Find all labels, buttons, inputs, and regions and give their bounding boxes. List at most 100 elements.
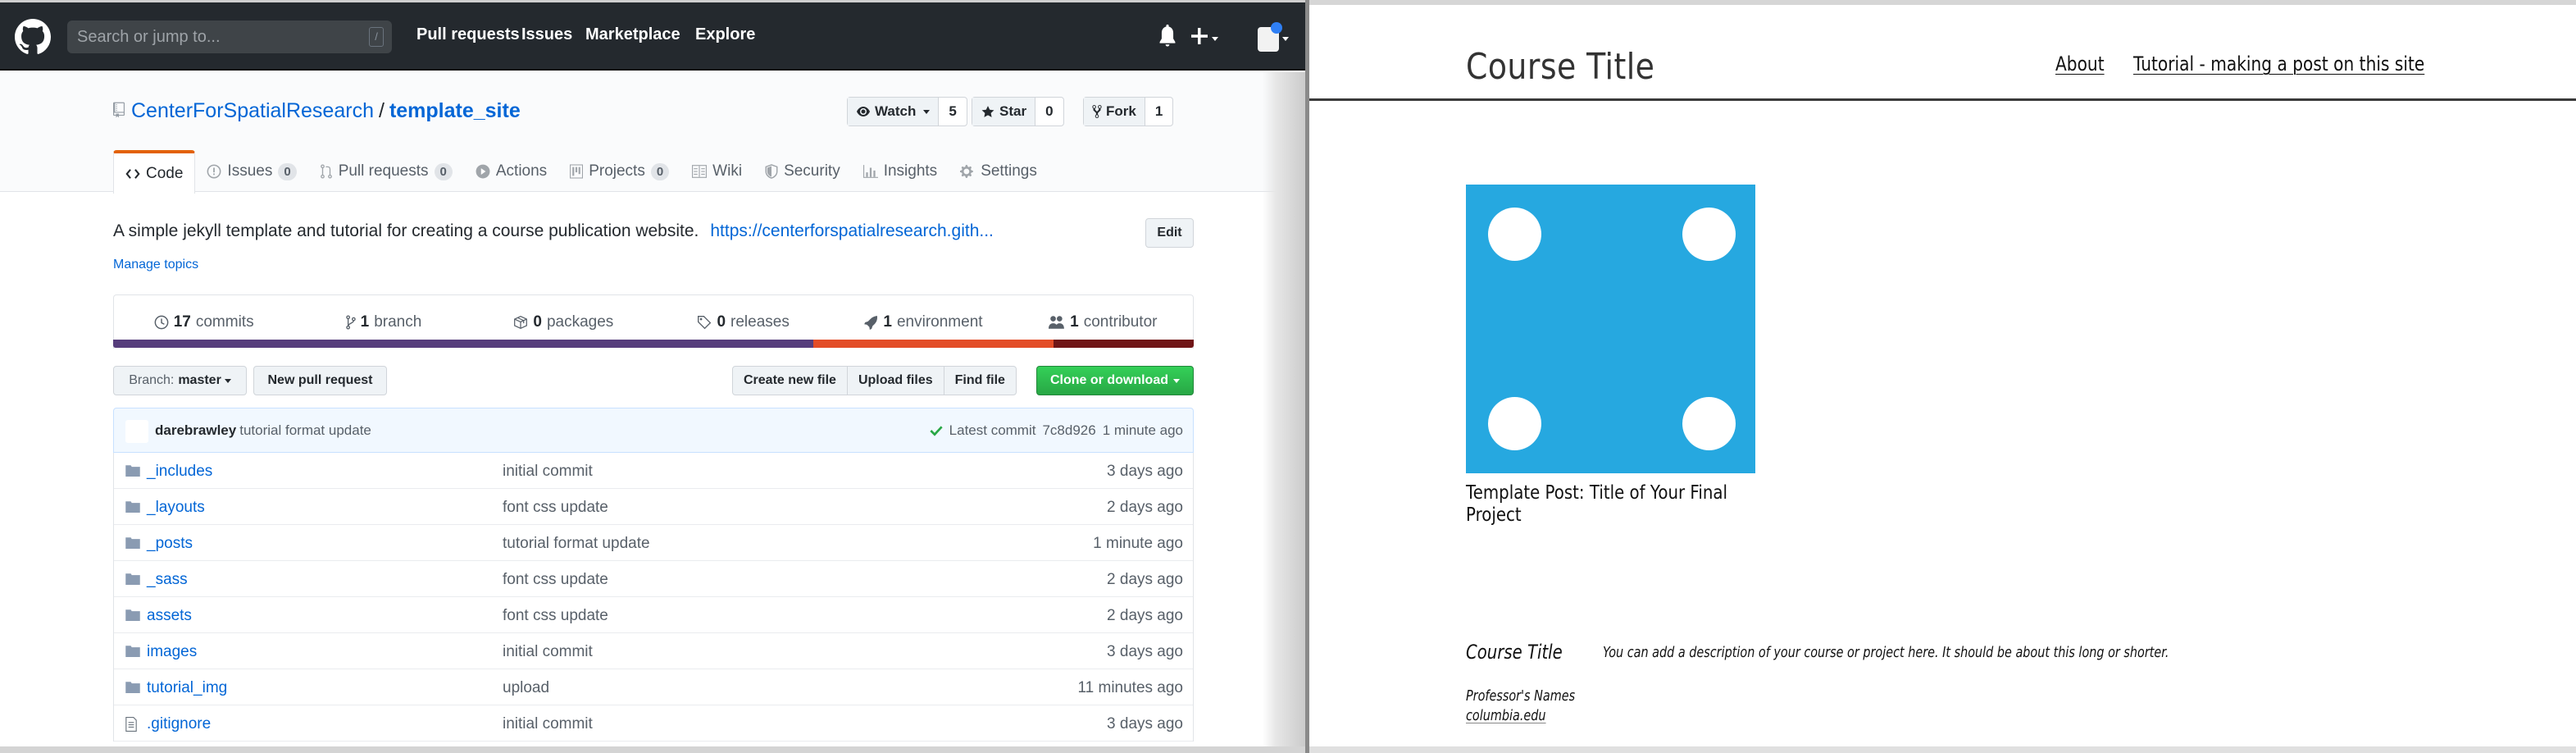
tab-insights[interactable]: Insights [852,150,949,193]
summary-label: environment [896,313,983,331]
github-logo-icon[interactable] [15,19,51,55]
eye-icon [857,107,870,116]
file-row[interactable]: _sass font css update 2 days ago [114,561,1193,597]
watch-button-group: Watch 5 [847,97,967,126]
nav-explore[interactable]: Explore [695,25,755,44]
file-name-link[interactable]: images [147,643,197,661]
repo-owner-link[interactable]: CenterForSpatialResearch [131,99,374,122]
tab-label: Code [146,164,184,182]
tab-label: Settings [981,162,1037,180]
commit-author[interactable]: darebrawley [155,422,236,438]
file-commit-message[interactable]: initial commit [503,643,593,661]
watch-button[interactable]: Watch [848,98,940,126]
folder-icon [125,682,140,693]
search-input[interactable] [77,21,356,53]
file-commit-message[interactable]: initial commit [503,463,593,481]
file-commit-message[interactable]: upload [503,679,549,697]
bell-icon[interactable] [1158,23,1176,49]
commit-author-avatar[interactable] [125,420,148,443]
file-commit-age: 3 days ago [1107,643,1183,660]
repo-icon [113,102,125,118]
file-row[interactable]: .gitignore initial commit 3 days ago [114,705,1193,742]
tab-label: Projects [589,162,645,180]
summary-count: 1 [883,313,892,331]
new-pull-request-button[interactable]: New pull request [253,366,387,395]
file-name-link[interactable]: _sass [147,571,188,589]
search-box[interactable]: / [67,21,392,53]
summary-count: 1 [360,313,370,331]
post-title-link[interactable]: Template Post: Title of Your Final Proje… [1466,482,1734,527]
plus-dropdown-caret-icon[interactable] [1212,37,1218,41]
file-commit-age: 2 days ago [1107,499,1183,516]
fork-button[interactable]: Fork [1084,98,1145,126]
language-segment[interactable] [1053,340,1194,348]
summary-count: 0 [717,313,726,331]
file-commit-message[interactable]: initial commit [503,715,593,733]
commit-age: 1 minute ago [1102,422,1183,438]
file-row[interactable]: assets font css update 2 days ago [114,597,1193,633]
file-row[interactable]: tutorial_img upload 11 minutes ago [114,669,1193,705]
avatar-dropdown-caret-icon[interactable] [1282,37,1289,41]
file-name-link[interactable]: _includes [147,463,212,481]
tab-label: Actions [495,162,548,180]
tab-actions[interactable]: Actions [464,150,558,193]
edit-description-button[interactable]: Edit [1145,218,1194,248]
tab-settings[interactable]: Settings [949,150,1049,193]
file-row[interactable]: _layouts font css update 2 days ago [114,489,1193,525]
language-bar[interactable] [113,340,1194,348]
tab-issues[interactable]: Issues 0 [195,150,307,193]
summary-count: 1 [1070,313,1079,331]
file-name-link[interactable]: .gitignore [147,715,211,733]
upload-files-button[interactable]: Upload files [848,367,944,395]
tab-code[interactable]: Code [113,150,196,194]
file-row[interactable]: _posts tutorial format update 1 minute ago [114,525,1193,561]
language-segment[interactable] [813,340,1054,348]
create-new-file-button[interactable]: Create new file [733,367,848,395]
file-commit-message[interactable]: font css update [503,571,608,589]
tab-security[interactable]: Security [753,150,852,193]
plus-icon[interactable] [1190,27,1208,45]
file-row[interactable]: images initial commit 3 days ago [114,633,1193,669]
post-thumbnail[interactable] [1466,185,1755,473]
file-commit-message[interactable]: font css update [503,499,608,517]
file-name-link[interactable]: assets [147,607,192,625]
clone-or-download-button[interactable]: Clone or download [1036,366,1194,395]
branch-icon [345,314,356,330]
find-file-button[interactable]: Find file [944,367,1016,395]
file-commit-message[interactable]: font css update [503,607,608,625]
branch-select-button[interactable]: Branch: master [113,366,247,395]
nav-marketplace[interactable]: Marketplace [585,25,680,44]
nav-pull-requests[interactable]: Pull requests [416,25,520,44]
star-label: Star [999,103,1027,119]
fork-count[interactable]: 1 [1145,98,1172,126]
gear-icon [960,165,973,178]
site-title[interactable]: Course Title [1466,46,1654,88]
homepage-link[interactable]: https://centerforspatialresearch.gith... [710,221,994,240]
commit-title[interactable]: tutorial format update [239,422,371,438]
commit-sha[interactable]: 7c8d926 [1042,422,1095,439]
language-segment[interactable] [113,340,814,348]
file-row[interactable]: _includes initial commit 3 days ago [114,453,1193,489]
tab-projects[interactable]: Projects 0 [558,150,680,193]
footer-email-link[interactable]: columbia.edu [1466,707,1546,724]
star-count[interactable]: 0 [1035,98,1063,126]
manage-topics-link[interactable]: Manage topics [113,258,198,272]
nav-about[interactable]: About [2055,52,2105,75]
nav-tutorial[interactable]: Tutorial - making a post on this site [2133,52,2424,75]
file-name-link[interactable]: tutorial_img [147,679,227,697]
watch-count[interactable]: 5 [939,98,966,126]
repo-name-link[interactable]: template_site [389,99,521,122]
file-name-link[interactable]: _posts [147,535,193,553]
fork-label: Fork [1106,103,1136,119]
tab-pull-requests[interactable]: Pull requests 0 [308,150,464,193]
tab-wiki[interactable]: Wiki [680,150,753,193]
fork-icon [1092,105,1102,118]
folder-icon [125,573,140,585]
folder-icon [125,646,140,657]
star-button[interactable]: Star [972,98,1036,126]
file-name-link[interactable]: _layouts [147,499,205,517]
github-header: / Pull requests Issues Marketplace Explo… [0,2,1308,71]
nav-issues[interactable]: Issues [521,25,572,44]
branch-value: master [178,373,221,387]
file-commit-message[interactable]: tutorial format update [503,535,650,553]
